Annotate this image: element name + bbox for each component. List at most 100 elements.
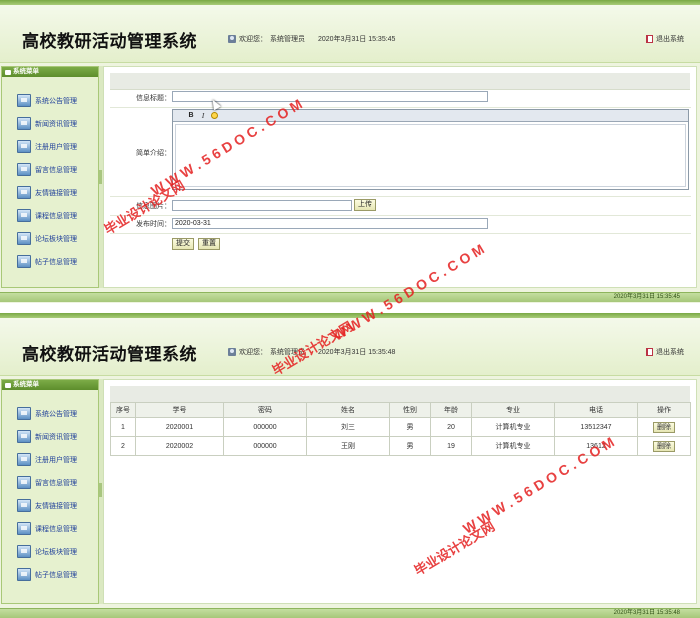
cell: 000000 <box>223 417 307 437</box>
italic-button[interactable]: I <box>199 112 207 120</box>
sidebar-item-announcements[interactable]: 系统公告管理 <box>2 89 98 112</box>
news-icon <box>17 430 31 443</box>
sidebar-title: 系统菜单 <box>13 381 39 388</box>
forum-icon <box>17 232 31 245</box>
form-row-actions: 提交 重置 <box>110 233 691 253</box>
sidebar-item-courses[interactable]: 课程信息管理 <box>2 204 98 227</box>
message-icon <box>17 163 31 176</box>
footer-bar: 2020年3月31日 15:35:45 <box>0 292 700 302</box>
welcome-prefix: 欢迎您： <box>239 36 267 43</box>
menu-icon <box>5 69 11 75</box>
title-input[interactable] <box>172 91 488 102</box>
screen-add-info: 高校教研活动管理系统 欢迎您： 系统管理员 2020年3月31日 15:35:45… <box>0 0 700 303</box>
sidebar-item-label: 留言信息管理 <box>35 479 77 487</box>
logout-link[interactable]: 退出系统 <box>646 34 684 44</box>
rich-text-editor: B I <box>172 109 689 190</box>
editor-toolbar: B I <box>173 110 688 122</box>
announcement-icon <box>17 407 31 420</box>
col-header: 专业 <box>471 402 555 418</box>
course-icon <box>17 522 31 535</box>
cell: 20 <box>430 417 472 437</box>
welcome-prefix: 欢迎您： <box>239 349 267 356</box>
footer-datetime: 2020年3月31日 15:35:45 <box>613 294 680 300</box>
sidebar-item-news[interactable]: 新闻资讯管理 <box>2 112 98 135</box>
cell: 王刚 <box>306 436 390 456</box>
sidebar-item-links[interactable]: 友情链接管理 <box>2 494 98 517</box>
sidebar-item-messages[interactable]: 留言信息管理 <box>2 158 98 181</box>
col-header: 电话 <box>554 402 638 418</box>
sidebar-title: 系统菜单 <box>13 68 39 75</box>
cell: 2 <box>110 436 136 456</box>
form-row-image: 信息图片： 上传 <box>110 196 691 216</box>
sidebar-item-label: 课程信息管理 <box>35 212 77 220</box>
user-name: 系统管理员 <box>270 36 305 43</box>
logout-label: 退出系统 <box>656 349 684 356</box>
cell: 计算机专业 <box>471 417 555 437</box>
col-header: 密码 <box>223 402 307 418</box>
news-icon <box>17 117 31 130</box>
announcement-icon <box>17 94 31 107</box>
cell: 刘三 <box>306 417 390 437</box>
logout-link[interactable]: 退出系统 <box>646 347 684 357</box>
app-title: 高校教研活动管理系统 <box>22 32 197 52</box>
users-icon <box>17 453 31 466</box>
exit-icon <box>646 348 653 356</box>
sidebar-item-forum-boards[interactable]: 论坛板块管理 <box>2 540 98 563</box>
table-header-row: 序号 学号 密码 姓名 性别 年龄 专业 电话 操作 <box>110 402 691 418</box>
content-header-bar <box>110 73 690 90</box>
sidebar: 系统菜单 系统公告管理 新闻资讯管理 注册用户管理 留言信息管理 友情链接管理 … <box>1 66 99 288</box>
exit-icon <box>646 35 653 43</box>
sidebar-item-posts[interactable]: 帖子信息管理 <box>2 563 98 586</box>
sidebar-item-courses[interactable]: 课程信息管理 <box>2 517 98 540</box>
sidebar-item-links[interactable]: 友情链接管理 <box>2 181 98 204</box>
collapse-arrow-icon[interactable] <box>99 170 102 184</box>
emoji-icon[interactable] <box>211 112 218 119</box>
header-datetime: 2020年3月31日 15:35:45 <box>318 36 396 43</box>
reset-button[interactable]: 重置 <box>198 238 220 250</box>
cell: 2020002 <box>135 436 224 456</box>
sidebar-item-label: 友情链接管理 <box>35 502 77 510</box>
sidebar-item-label: 系统公告管理 <box>35 97 77 105</box>
date-label: 发布时间： <box>136 221 171 228</box>
link-icon <box>17 186 31 199</box>
sidebar-item-users[interactable]: 注册用户管理 <box>2 448 98 471</box>
sidebar-item-posts[interactable]: 帖子信息管理 <box>2 250 98 273</box>
link-icon <box>17 499 31 512</box>
bold-button[interactable]: B <box>187 112 195 120</box>
sidebar-item-label: 留言信息管理 <box>35 166 77 174</box>
submit-button[interactable]: 提交 <box>172 238 194 250</box>
sidebar-item-forum-boards[interactable]: 论坛板块管理 <box>2 227 98 250</box>
delete-button[interactable]: 删除 <box>653 440 675 452</box>
date-input[interactable]: 2020-03-31 <box>172 218 488 229</box>
user-icon <box>228 35 236 43</box>
footer-bar: 2020年3月31日 15:35:48 <box>0 608 700 618</box>
delete-button[interactable]: 删除 <box>653 421 675 433</box>
title-label: 信息标题： <box>136 95 171 102</box>
sidebar-header: 系统菜单 <box>2 380 98 390</box>
upload-button[interactable]: 上传 <box>354 199 376 211</box>
cell-action: 删除 <box>637 436 691 456</box>
sidebar-item-messages[interactable]: 留言信息管理 <box>2 471 98 494</box>
cell: 000000 <box>223 436 307 456</box>
cell: 男 <box>389 436 431 456</box>
header-datetime: 2020年3月31日 15:35:48 <box>318 349 396 356</box>
image-path-input[interactable] <box>172 200 352 211</box>
cell: 男 <box>389 417 431 437</box>
footer-datetime: 2020年3月31日 15:35:48 <box>613 610 680 616</box>
sidebar-item-label: 新闻资讯管理 <box>35 433 77 441</box>
col-header: 操作 <box>637 402 691 418</box>
col-header: 性别 <box>389 402 431 418</box>
sidebar-header: 系统菜单 <box>2 67 98 77</box>
sidebar-item-news[interactable]: 新闻资讯管理 <box>2 425 98 448</box>
sidebar-item-users[interactable]: 注册用户管理 <box>2 135 98 158</box>
sidebar-item-announcements[interactable]: 系统公告管理 <box>2 402 98 425</box>
sidebar-item-label: 课程信息管理 <box>35 525 77 533</box>
course-icon <box>17 209 31 222</box>
sidebar-item-label: 论坛板块管理 <box>35 235 77 243</box>
post-icon <box>17 255 31 268</box>
users-icon <box>17 140 31 153</box>
app-title: 高校教研活动管理系统 <box>22 345 197 365</box>
cell: 2020001 <box>135 417 224 437</box>
collapse-arrow-icon[interactable] <box>99 483 102 497</box>
message-icon <box>17 476 31 489</box>
